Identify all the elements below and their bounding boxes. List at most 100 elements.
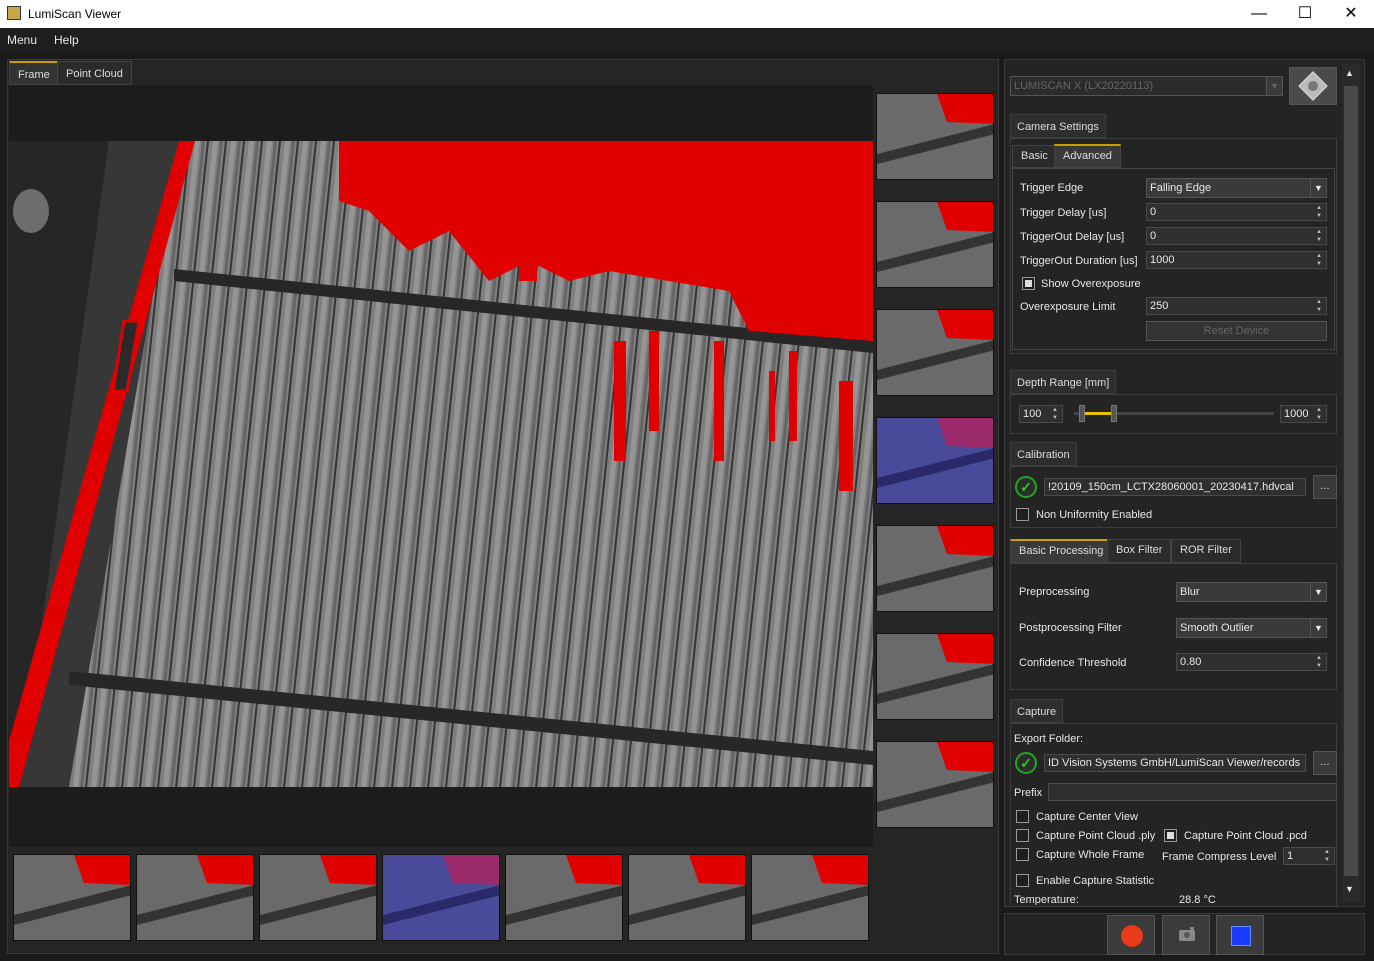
tab-ror-filter[interactable]: ROR Filter: [1171, 539, 1241, 563]
triggerout-delay-value: 0: [1150, 230, 1157, 242]
depth-max-input[interactable]: 1000 ▲ ▼: [1280, 405, 1327, 423]
prefix-input[interactable]: [1048, 783, 1337, 801]
tab-basic[interactable]: Basic: [1012, 145, 1057, 168]
export-folder-browse-button[interactable]: ...: [1313, 751, 1337, 775]
depth-max-value: 1000: [1284, 408, 1309, 420]
postprocessing-select[interactable]: Smooth Outlier ▼: [1176, 618, 1327, 638]
reset-device-button[interactable]: Reset Device: [1146, 321, 1327, 341]
export-folder-ok-icon: ✓: [1015, 752, 1037, 774]
app-icon: [7, 6, 21, 20]
spin-arrows-icon[interactable]: ▲ ▼: [1312, 228, 1326, 244]
thumbnail[interactable]: [259, 854, 377, 941]
preprocessing-select[interactable]: Blur ▼: [1176, 582, 1327, 602]
wood-floor-image: [9, 141, 873, 787]
trigger-edge-value: Falling Edge: [1150, 182, 1212, 194]
spin-arrows-icon[interactable]: ▲ ▼: [1320, 848, 1334, 864]
capture-pcd-label: Capture Point Cloud .pcd: [1184, 830, 1307, 842]
maximize-button[interactable]: ☐: [1282, 0, 1328, 28]
record-button[interactable]: [1107, 915, 1155, 955]
depth-min-input[interactable]: 100 ▲ ▼: [1019, 405, 1063, 423]
thumbnail[interactable]: [876, 633, 994, 720]
spin-arrows-icon[interactable]: ▲ ▼: [1048, 406, 1062, 422]
thumbnail[interactable]: [751, 854, 869, 941]
depth-max-handle[interactable]: [1111, 405, 1117, 422]
export-folder-field[interactable]: ID Vision Systems GmbH/LumiScan Viewer/r…: [1044, 754, 1306, 772]
camera-connect-button[interactable]: [1289, 67, 1337, 105]
capture-whole-frame-checkbox[interactable]: [1016, 848, 1029, 861]
trigger-edge-select[interactable]: Falling Edge ▼: [1146, 178, 1327, 198]
chevron-down-icon: ▼: [1310, 619, 1326, 637]
thumbnail[interactable]: [136, 854, 254, 941]
trigger-delay-input[interactable]: 0 ▲ ▼: [1146, 203, 1327, 221]
frame-compress-input[interactable]: 1 ▲ ▼: [1283, 847, 1335, 865]
thumbnail-selected[interactable]: [876, 417, 994, 504]
scroll-up-icon[interactable]: ▲: [1345, 68, 1354, 78]
stop-button[interactable]: [1216, 915, 1264, 955]
triggerout-delay-label: TriggerOut Delay [us]: [1020, 231, 1125, 243]
menu-bar: Menu Help: [0, 28, 1374, 52]
spin-arrows-icon[interactable]: ▲ ▼: [1312, 204, 1326, 220]
capture-pcd-checkbox[interactable]: [1164, 829, 1177, 842]
temperature-value: 28.8 °C: [1179, 894, 1216, 905]
triggerout-delay-input[interactable]: 0 ▲ ▼: [1146, 227, 1327, 245]
confidence-threshold-value: 0.80: [1180, 656, 1202, 668]
close-button[interactable]: ✕: [1328, 0, 1374, 28]
capture-whole-frame-label: Capture Whole Frame: [1036, 849, 1145, 861]
thumbnail-selected[interactable]: [382, 854, 500, 941]
tab-box-filter[interactable]: Box Filter: [1107, 539, 1172, 563]
tab-point-cloud[interactable]: Point Cloud: [57, 61, 132, 85]
confidence-threshold-input[interactable]: 0.80 ▲ ▼: [1176, 653, 1327, 671]
temperature-label: Temperature:: [1014, 894, 1079, 905]
depth-range-title: Depth Range [mm]: [1010, 370, 1117, 394]
thumbnail[interactable]: [628, 854, 746, 941]
depth-range-slider[interactable]: [1074, 405, 1274, 422]
minimize-button[interactable]: —: [1236, 0, 1282, 28]
camera-select[interactable]: LUMISCAN X (LX20220113) ▼: [1010, 76, 1283, 96]
preprocessing-label: Preprocessing: [1019, 586, 1090, 598]
thumbnail[interactable]: [876, 741, 994, 828]
spin-arrows-icon[interactable]: ▲ ▼: [1312, 298, 1326, 314]
thumbnail[interactable]: [876, 309, 994, 396]
tab-basic-processing[interactable]: Basic Processing: [1010, 539, 1113, 563]
trigger-delay-label: Trigger Delay [us]: [1020, 207, 1107, 219]
show-overexposure-label: Show Overexposure: [1041, 278, 1141, 290]
capture-ply-checkbox[interactable]: [1016, 829, 1029, 842]
capture-statistic-checkbox[interactable]: [1016, 874, 1029, 887]
spin-arrows-icon[interactable]: ▲ ▼: [1312, 654, 1326, 670]
thumbnail[interactable]: [876, 525, 994, 612]
show-overexposure-checkbox[interactable]: [1022, 277, 1035, 290]
overexposure-limit-label: Overexposure Limit: [1020, 301, 1116, 313]
depth-min-handle[interactable]: [1079, 405, 1085, 422]
scrollbar-thumb[interactable]: [1344, 86, 1358, 876]
tab-advanced[interactable]: Advanced: [1054, 144, 1121, 168]
thumbnail[interactable]: [13, 854, 131, 941]
overexposure-limit-input[interactable]: 250 ▲ ▼: [1146, 297, 1327, 315]
menu-menu[interactable]: Menu: [7, 33, 37, 47]
menu-help[interactable]: Help: [54, 33, 79, 47]
postprocessing-value: Smooth Outlier: [1180, 622, 1254, 634]
calibration-file-field[interactable]: !20109_150cm_LCTX28060001_20230417.hdvca…: [1044, 478, 1306, 496]
trigger-edge-label: Trigger Edge: [1020, 182, 1084, 194]
triggerout-duration-value: 1000: [1150, 254, 1175, 266]
thumbnail[interactable]: [505, 854, 623, 941]
spin-arrows-icon[interactable]: ▲ ▼: [1312, 406, 1326, 422]
calibration-browse-button[interactable]: ...: [1313, 475, 1337, 499]
spin-arrows-icon[interactable]: ▲ ▼: [1312, 252, 1326, 268]
export-folder-label: Export Folder:: [1014, 733, 1084, 745]
capture-center-view-checkbox[interactable]: [1016, 810, 1029, 823]
calibration-ok-icon: ✓: [1015, 476, 1037, 498]
thumbnail[interactable]: [876, 93, 994, 180]
tab-frame[interactable]: Frame: [9, 61, 59, 85]
triggerout-duration-input[interactable]: 1000 ▲ ▼: [1146, 251, 1327, 269]
prefix-label: Prefix: [1014, 787, 1043, 799]
thumbnail[interactable]: [876, 201, 994, 288]
depth-range-fill: [1082, 412, 1114, 415]
scroll-down-icon[interactable]: ▼: [1345, 884, 1354, 894]
frame-image[interactable]: [9, 141, 873, 787]
snapshot-button[interactable]: [1162, 915, 1210, 955]
record-icon: [1121, 925, 1143, 947]
preprocessing-value: Blur: [1180, 586, 1200, 598]
capture-center-view-label: Capture Center View: [1036, 811, 1138, 823]
non-uniformity-checkbox[interactable]: [1016, 508, 1029, 521]
depth-min-value: 100: [1023, 408, 1042, 420]
